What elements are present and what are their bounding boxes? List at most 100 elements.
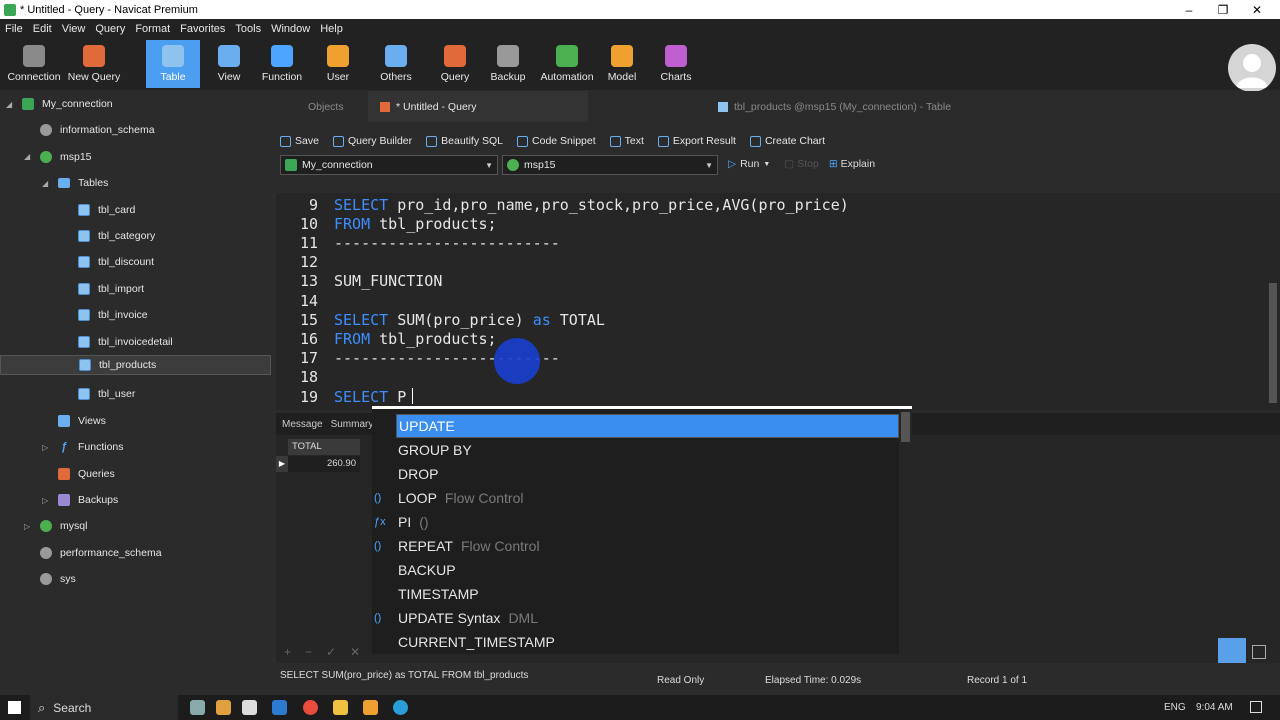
cortana-icon[interactable] [190,700,205,715]
tray-language[interactable]: ENG [1164,702,1186,713]
expanded-arrow-icon[interactable]: ◢ [6,100,12,109]
editor-line[interactable]: 13 SUM_FUNCTION [276,272,442,291]
editor-line[interactable]: 17 ------------------------- [276,349,560,368]
edge-icon[interactable] [272,700,287,715]
notification-icon[interactable] [1250,701,1262,713]
menu-window[interactable]: Window [266,23,315,35]
run-button[interactable]: Run [740,158,759,170]
editor-line[interactable]: 14 [276,291,318,310]
toolbar-new-query-button[interactable]: New Query [64,40,124,88]
query-toolbar-save-button[interactable]: Save [280,135,319,147]
expanded-arrow-icon[interactable]: ◢ [24,152,30,161]
autocomplete-item[interactable]: DROP [372,462,899,486]
form-view-icon[interactable] [1252,645,1266,659]
result-tab-summary[interactable]: Summary [327,419,378,430]
tree-item-performance-schema[interactable]: performance_schema [0,540,271,566]
toolbar-table-button[interactable]: Table [146,40,200,88]
menu-query[interactable]: Query [90,23,130,35]
editor-line[interactable]: 9 SELECT pro_id,pro_name,pro_stock,pro_pr… [276,195,849,214]
query-toolbar-beautify-sql-button[interactable]: Beautify SQL [426,135,503,147]
editor-line[interactable]: 16 FROM tbl_products; [276,329,497,348]
editor-scrollbar[interactable] [1266,193,1280,410]
grid-view-icon[interactable] [1218,638,1246,664]
tab-objects[interactable]: Objects [296,91,356,122]
tree-item-tables[interactable]: ◢ Tables [0,170,271,196]
telegram-icon[interactable] [393,700,408,715]
tab-untitled-query[interactable]: * Untitled - Query [368,91,588,122]
taskbar-search[interactable]: ⌕ Search [30,695,178,720]
tree-item-tbl-invoicedetail[interactable]: tbl_invoicedetail [0,329,271,355]
menu-view[interactable]: View [57,23,91,35]
cell-total[interactable]: 260.90 [288,456,360,472]
toolbar-function-button[interactable]: Function [256,40,308,88]
toolbar-user-button[interactable]: User [316,40,360,88]
chrome-icon[interactable] [303,700,318,715]
run-dropdown-icon[interactable]: ▼ [763,161,770,168]
editor-line[interactable]: 12 [276,253,318,272]
user-avatar[interactable] [1228,44,1276,92]
database-select[interactable]: msp15 ▼ [502,155,718,175]
autocomplete-scrollbar[interactable] [899,409,912,654]
tree-item-tbl-category[interactable]: tbl_category [0,223,271,249]
result-tab-message[interactable]: Message [278,419,327,430]
toolbar-connection-button[interactable]: Connection [7,40,61,88]
task-view-icon[interactable] [242,700,257,715]
menu-format[interactable]: Format [130,23,175,35]
tree-item-tbl-discount[interactable]: tbl_discount [0,249,271,275]
toolbar-others-button[interactable]: Others [370,40,422,88]
query-toolbar-query-builder-button[interactable]: Query Builder [332,135,412,147]
query-toolbar-code-snippet-button[interactable]: Code Snippet [517,135,596,147]
sql-editor[interactable]: 9 SELECT pro_id,pro_name,pro_stock,pro_pr… [276,193,1266,410]
tree-item-queries[interactable]: Queries [0,461,271,487]
menu-favorites[interactable]: Favorites [175,23,230,35]
tray-clock[interactable]: 9:04 AM [1196,702,1233,713]
autocomplete-item[interactable]: TIMESTAMP [372,582,899,606]
tree-item-tbl-invoice[interactable]: tbl_invoice [0,302,271,328]
toolbar-view-button[interactable]: View [210,40,248,88]
toolbar-query-button[interactable]: Query [434,40,476,88]
collapsed-arrow-icon[interactable]: ▷ [24,522,30,531]
menu-file[interactable]: File [0,23,28,35]
tree-item-tbl-card[interactable]: tbl_card [0,197,271,223]
tree-item-backups[interactable]: ▷ Backups [0,487,271,513]
editor-line[interactable]: 11 ------------------------- [276,233,560,252]
tree-item-sys[interactable]: sys [0,566,271,592]
autocomplete-item[interactable]: CURRENT_TIMESTAMP [372,630,899,654]
toolbar-charts-button[interactable]: Charts [652,40,700,88]
teams-icon[interactable] [216,700,231,715]
toolbar-backup-button[interactable]: Backup [486,40,530,88]
menu-edit[interactable]: Edit [28,23,57,35]
expanded-arrow-icon[interactable]: ◢ [42,179,48,188]
collapsed-arrow-icon[interactable]: ▷ [42,496,48,505]
maximize-button[interactable]: ❐ [1206,0,1240,19]
autocomplete-item[interactable]: () LOOP Flow Control [372,486,899,510]
menu-help[interactable]: Help [315,23,348,35]
tab-tbl-products[interactable]: tbl_products @msp15 (My_connection) - Ta… [706,91,963,122]
file-explorer-icon[interactable] [333,700,348,715]
editor-line[interactable]: 10 FROM tbl_products; [276,214,497,233]
column-header-total[interactable]: TOTAL [288,439,360,455]
query-toolbar-export-result-button[interactable]: Export Result [657,135,736,147]
tree-item-my-connection[interactable]: ◢ My_connection [0,91,271,117]
tree-item-tbl-user[interactable]: tbl_user [0,381,271,407]
tree-item-information-schema[interactable]: information_schema [0,117,271,143]
navicat-taskbar-icon[interactable] [363,700,378,715]
tree-item-views[interactable]: Views [0,408,271,434]
tree-item-mysql[interactable]: ▷ mysql [0,513,271,539]
tree-item-functions[interactable]: ▷ ƒ Functions [0,434,271,460]
query-toolbar-text-button[interactable]: Text [609,135,644,147]
autocomplete-item[interactable]: () UPDATE Syntax DML [372,606,899,630]
toolbar-model-button[interactable]: Model [600,40,644,88]
explain-button[interactable]: Explain [841,158,875,170]
editor-line[interactable]: 15 SELECT SUM(pro_price) as TOTAL [276,310,605,329]
tree-item-msp15[interactable]: ◢ msp15 [0,144,271,170]
menu-tools[interactable]: Tools [230,23,266,35]
toolbar-automation-button[interactable]: Automation [536,40,598,88]
autocomplete-item[interactable]: BACKUP [372,558,899,582]
query-toolbar-create-chart-button[interactable]: Create Chart [749,135,825,147]
collapsed-arrow-icon[interactable]: ▷ [42,443,48,452]
tree-item-tbl-import[interactable]: tbl_import [0,276,271,302]
tree-item-tbl-products[interactable]: tbl_products [0,355,271,375]
connection-select[interactable]: My_connection ▼ [280,155,498,175]
autocomplete-item[interactable]: () REPEAT Flow Control [372,534,899,558]
